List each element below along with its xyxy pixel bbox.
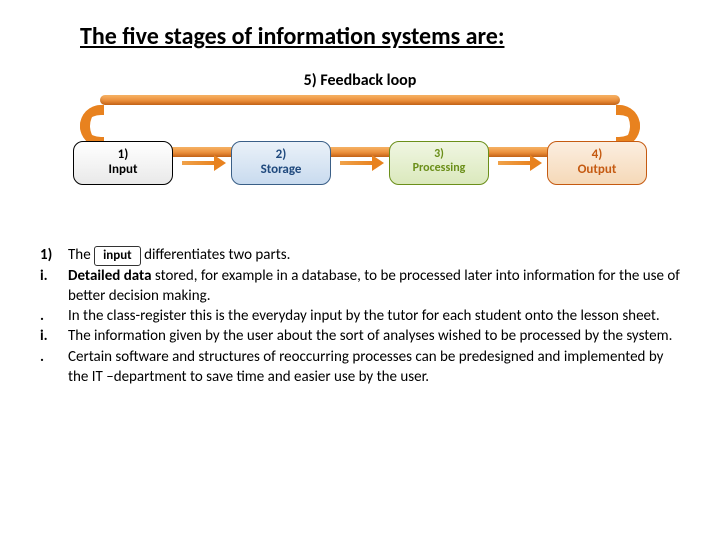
bold-text: Detailed data xyxy=(68,267,152,285)
body-text: 1) The input differentiates two parts. i… xyxy=(0,231,720,387)
stage-label: Input xyxy=(78,163,168,178)
bullet-roman: i. xyxy=(40,326,68,346)
text: stored, for example in a database, to be… xyxy=(68,267,680,305)
stage-output: 4) Output xyxy=(547,141,647,185)
text: differentiates two parts. xyxy=(144,246,290,264)
stage-label: Storage xyxy=(236,163,326,178)
bullet-dot: . xyxy=(40,347,68,388)
list-line: Certain software and structures of reocc… xyxy=(68,347,680,388)
arrow-right-icon xyxy=(182,161,216,165)
arrow-right-icon xyxy=(498,161,532,165)
stage-num: 2) xyxy=(236,148,326,163)
list-line: In the class-register this is the everyd… xyxy=(68,306,680,326)
input-pill: input xyxy=(94,246,141,266)
stage-num: 3) xyxy=(394,148,484,162)
feedback-label: 5) Feedback loop xyxy=(0,71,720,90)
list-line: Detailed data stored, for example in a d… xyxy=(68,266,680,307)
list-line: The input differentiates two parts. xyxy=(68,245,680,266)
stage-row: 1) Input 2) Storage 3) Processing 4) Out… xyxy=(0,141,720,185)
feedback-loop-diagram: 5) Feedback loop 1) Input 2) Storage 3) … xyxy=(0,71,720,231)
stage-input: 1) Input xyxy=(73,141,173,185)
list-number: 1) xyxy=(40,245,68,266)
list-line: The information given by the user about … xyxy=(68,326,680,346)
page-title: The five stages of information systems a… xyxy=(0,0,720,51)
bullet-dot: . xyxy=(40,306,68,326)
stage-num: 4) xyxy=(552,148,642,163)
stage-label: Output xyxy=(552,163,642,178)
text: The xyxy=(68,246,91,264)
stage-processing: 3) Processing xyxy=(389,141,489,185)
bullet-roman: i. xyxy=(40,266,68,307)
stage-storage: 2) Storage xyxy=(231,141,331,185)
arrow-right-icon xyxy=(340,161,374,165)
stage-num: 1) xyxy=(78,148,168,163)
stage-label: Processing xyxy=(394,162,484,176)
